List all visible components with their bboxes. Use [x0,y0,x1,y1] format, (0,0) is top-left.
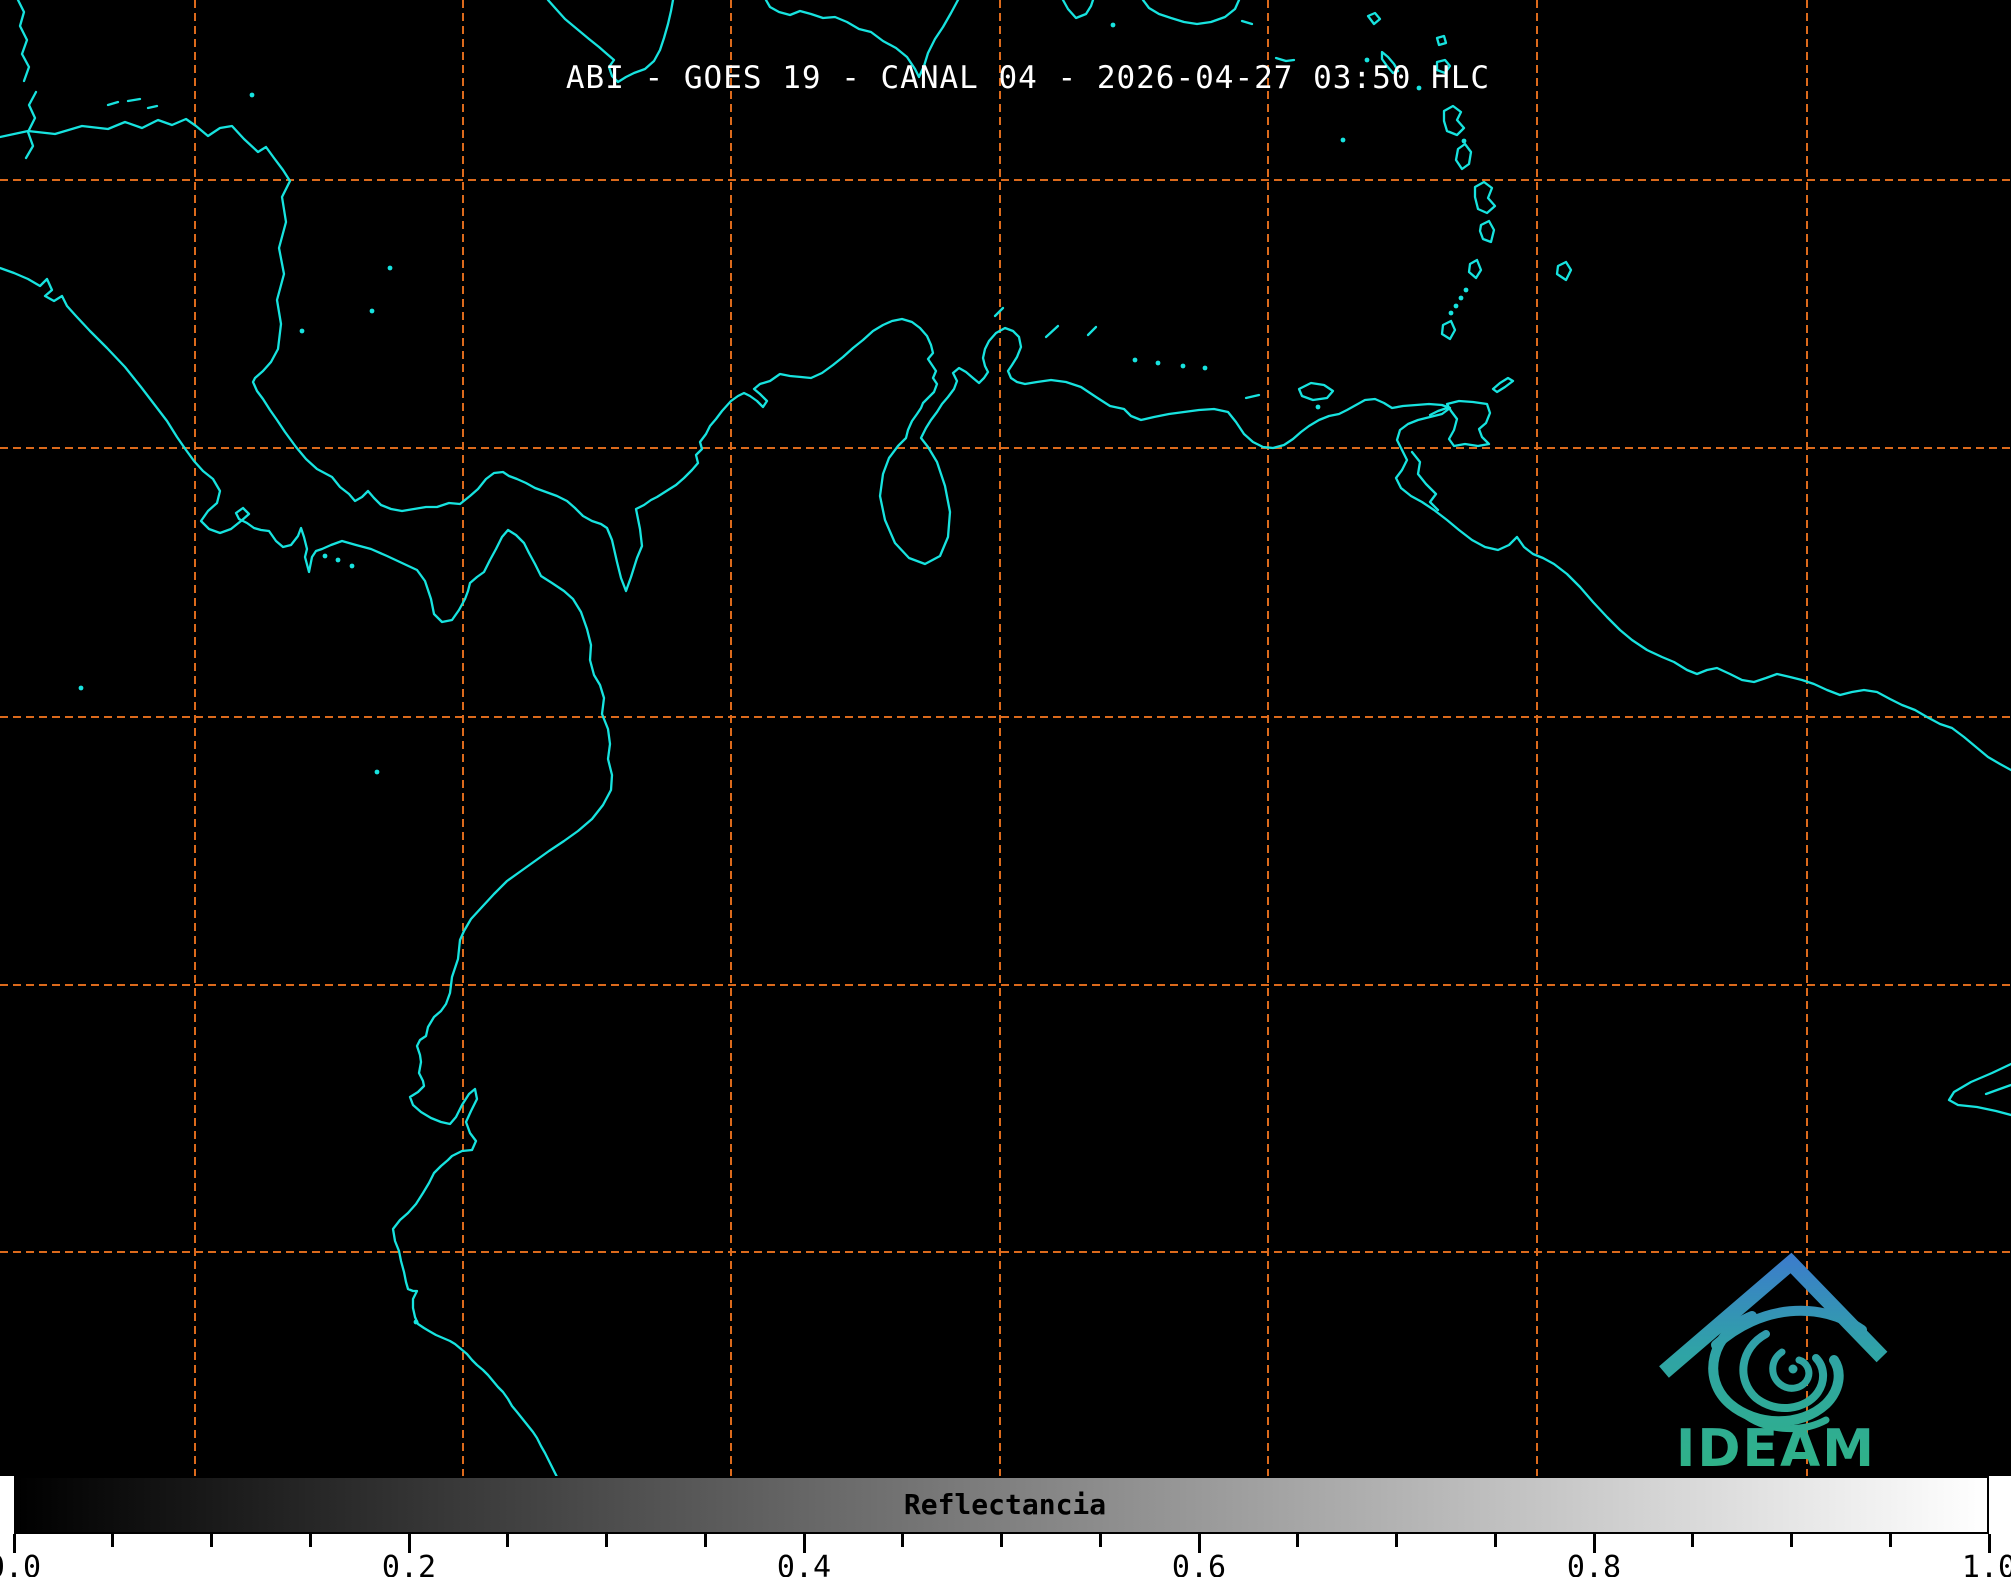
island-dot [300,329,305,334]
colorbar-label: Reflectancia [904,1488,1106,1521]
island-dot [350,564,355,569]
logo-spiral-center-icon [1789,1365,1798,1374]
island-dot [79,686,84,691]
island-dot [375,770,380,775]
coastline-path [1242,21,1252,24]
island-dot [1459,296,1464,301]
island-dot [1341,138,1346,143]
ideam-logo: IDEAM [1664,1263,1882,1476]
colorbar-minor-tick [1395,1534,1398,1547]
coastline-path [1456,144,1471,169]
colorbar-tick-label: 0.4 [777,1550,831,1577]
colorbar-minor-tick [1000,1534,1003,1547]
island-dot [1181,364,1186,369]
coastline-path [1246,395,1259,398]
small-islands [79,23,1469,1325]
island-dot [388,266,393,271]
coastline-path [0,268,612,1476]
coastline-path [1493,378,1513,392]
island-dot [1203,366,1208,371]
coastline-path [1063,0,1093,18]
colorbar-tick-label: 1.0 [1962,1550,2011,1577]
coastline-path [1143,0,1239,24]
satellite-map-canvas: IDEAM [0,0,2011,1476]
coastline-path [1469,260,1481,278]
island-dot [250,93,255,98]
colorbar-minor-tick [309,1534,312,1547]
coastline-path [108,99,157,108]
island-dot [414,1320,419,1325]
coastline-path [1046,326,1058,337]
island-dot [1454,304,1459,309]
satellite-image-viewer: IDEAM ABI - GOES 19 - CANAL 04 - 2026-04… [0,0,2011,1577]
coastline-path [1412,452,1438,510]
colorbar-tick-label: 0.6 [1172,1550,1226,1577]
island-dot [1111,23,1116,28]
coastline-path [1986,1085,2011,1094]
coastline-path [18,0,29,81]
colorbar-minor-tick [1296,1534,1299,1547]
island-dot [1462,139,1467,144]
colorbar: 0.0 0.2 0.4 0.6 0.8 1.0 Reflectancia [0,1476,2011,1577]
island-dot [370,309,375,314]
coastline-path [1557,262,1571,280]
coastline-path [26,92,36,158]
coastline-path [1480,221,1494,242]
logo-text: IDEAM [1676,1419,1876,1476]
coastline-path [1447,401,1490,446]
colorbar-minor-tick [605,1534,608,1547]
island-dot [1156,361,1161,366]
coastline-path [1368,13,1380,24]
coastline-path [1299,383,1333,400]
colorbar-minor-tick [901,1534,904,1547]
colorbar-minor-tick [1691,1534,1694,1547]
coastline-path [1444,106,1464,135]
satellite-map-area: IDEAM ABI - GOES 19 - CANAL 04 - 2026-04… [0,0,2011,1476]
island-dot [1449,311,1454,316]
colorbar-tick-label: 0.0 [0,1550,41,1577]
colorbar-tick-label: 0.2 [382,1550,436,1577]
image-title: ABI - GOES 19 - CANAL 04 - 2026-04-27 03… [566,60,1490,96]
colorbar-minor-tick [1099,1534,1102,1547]
colorbar-minor-tick [111,1534,114,1547]
coastline-path [1475,182,1495,213]
colorbar-minor-tick [506,1534,509,1547]
coastline-path [0,119,2011,770]
island-dot [336,558,341,563]
colorbar-minor-tick [1790,1534,1793,1547]
graticule-grid [0,0,2011,1476]
colorbar-minor-tick [1494,1534,1497,1547]
coastline-path [1442,321,1455,339]
colorbar-minor-tick [1889,1534,1892,1547]
island-dot [1133,358,1138,363]
coastlines [0,0,2011,1476]
colorbar-minor-tick [210,1534,213,1547]
island-dot [323,554,328,559]
colorbar-minor-tick [704,1534,707,1547]
colorbar-tick-label: 0.8 [1567,1550,1621,1577]
island-dot [1464,288,1469,293]
coastline-path [1437,36,1446,45]
island-dot [1316,405,1321,410]
coastline-path [1088,327,1096,335]
